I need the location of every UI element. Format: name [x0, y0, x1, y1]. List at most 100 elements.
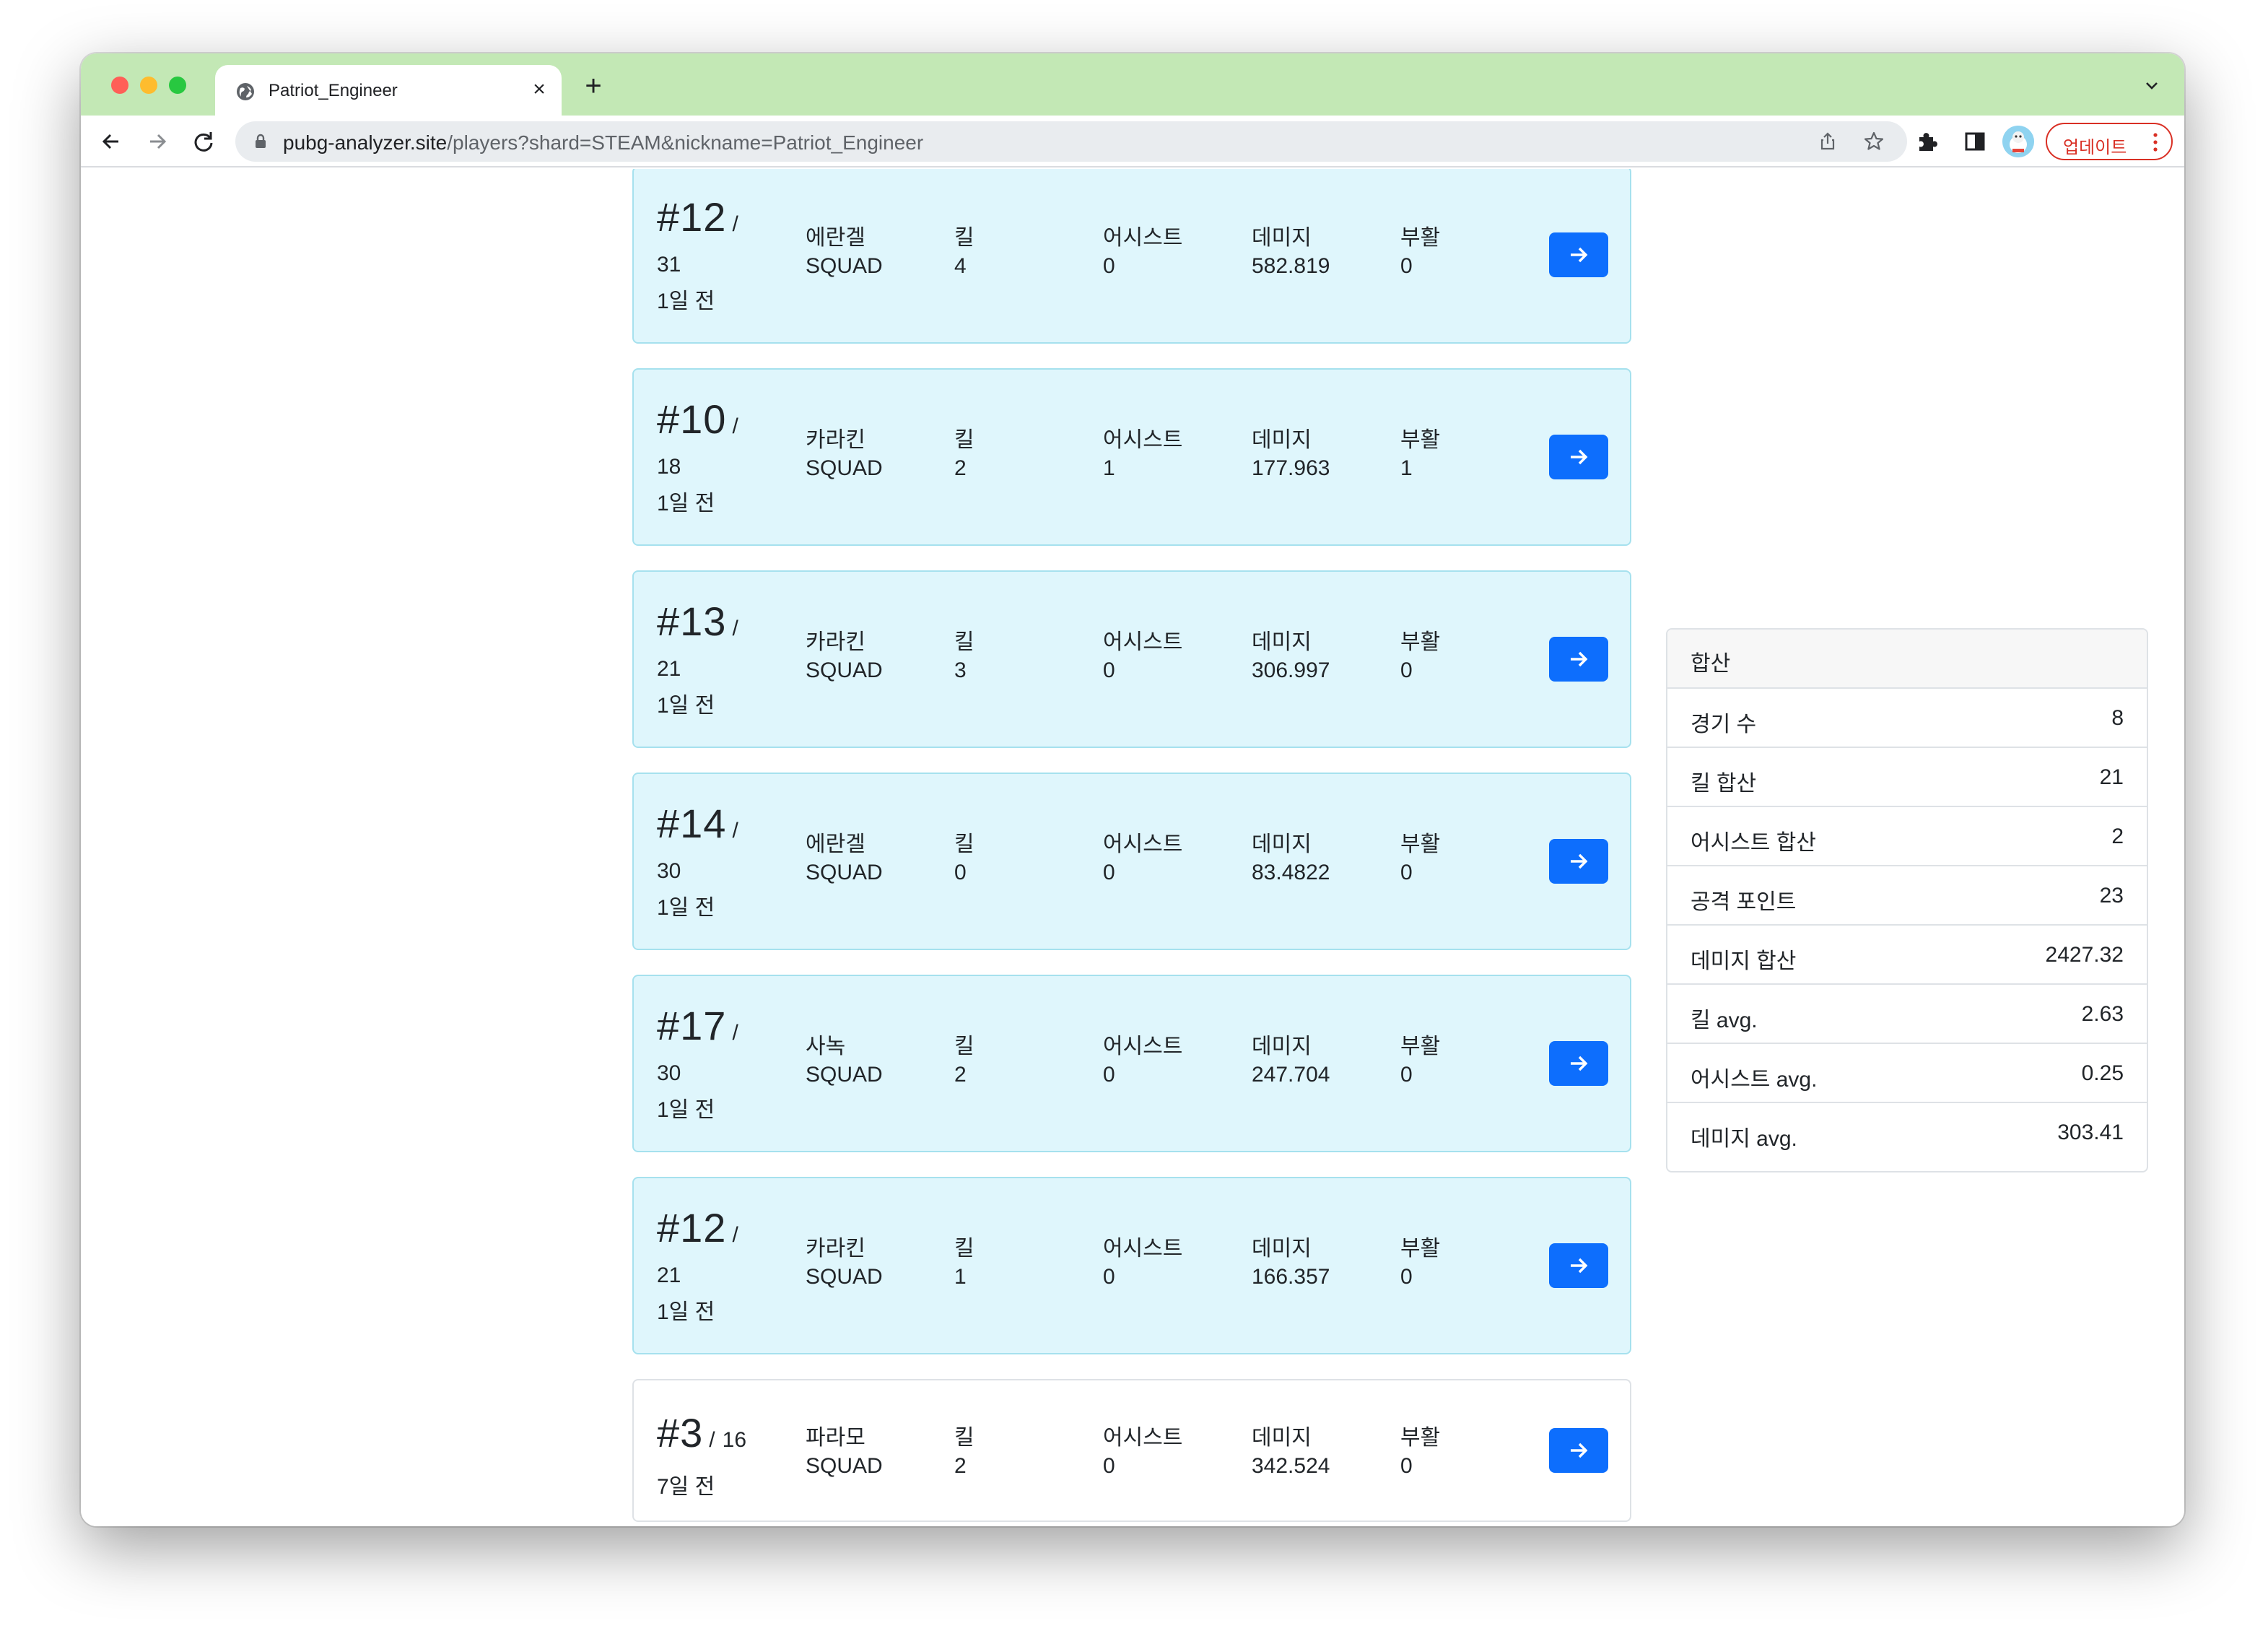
match-card: #13/ 21 1일 전 카라킨 SQUAD 킬 3 어시스트 0 데미지 30…	[632, 570, 1631, 748]
revive-value: 0	[1400, 1454, 1413, 1478]
assist-value: 0	[1103, 861, 1115, 884]
match-total-teams: 21	[657, 657, 681, 681]
summary-value: 303.41	[2057, 1121, 2124, 1144]
match-mode: SQUAD	[806, 456, 883, 480]
assist-header: 어시스트	[1103, 1237, 1183, 1261]
forward-arrow-icon[interactable]	[141, 126, 173, 157]
back-arrow-icon[interactable]	[95, 126, 127, 157]
summary-label: 어시스트 합산	[1691, 831, 1816, 855]
revive-value: 0	[1400, 861, 1413, 884]
match-detail-button[interactable]	[1549, 839, 1608, 884]
close-tab-icon[interactable]: ×	[527, 77, 551, 102]
match-card: #12/ 21 1일 전 카라킨 SQUAD 킬 1 어시스트 0 데미지 16…	[632, 1177, 1631, 1354]
close-window-button[interactable]	[111, 77, 128, 94]
summary-card: 합산 경기 수 8 킬 합산 21 어시스트 합산 2 공격 포인트 23 데미…	[1666, 628, 2148, 1172]
new-tab-button[interactable]: +	[579, 71, 608, 101]
damage-header: 데미지	[1252, 428, 1312, 452]
match-card: #10/ 18 1일 전 카라킨 SQUAD 킬 2 어시스트 1 데미지 17…	[632, 368, 1631, 546]
profile-avatar[interactable]	[2002, 126, 2034, 157]
rank-slash: /	[732, 212, 738, 236]
assist-value: 0	[1103, 254, 1115, 278]
rank-slash: /	[732, 1223, 738, 1247]
match-map: 파라모	[806, 1426, 865, 1450]
kill-header: 킬	[954, 1237, 974, 1261]
match-mode: SQUAD	[806, 1265, 883, 1289]
chevron-down-icon[interactable]	[2141, 75, 2163, 97]
match-total-teams: 18	[657, 455, 681, 479]
match-total-teams: 16	[722, 1428, 747, 1452]
match-rank: #10	[657, 396, 727, 442]
assist-header: 어시스트	[1103, 832, 1183, 856]
summary-label: 데미지 합산	[1691, 949, 1797, 973]
revive-header: 부활	[1400, 1035, 1441, 1058]
match-mode: SQUAD	[806, 1454, 883, 1478]
match-detail-button[interactable]	[1549, 435, 1608, 479]
summary-label: 킬 avg.	[1691, 1009, 1758, 1032]
address-bar[interactable]: pubg-analyzer.site/players?shard=STEAM&n…	[235, 121, 1907, 162]
summary-label: 데미지 avg.	[1691, 1127, 1797, 1151]
kill-header: 킬	[954, 1426, 974, 1450]
match-time-ago: 1일 전	[657, 1300, 715, 1324]
revive-value: 0	[1400, 1265, 1413, 1289]
match-rank: #12	[657, 1205, 727, 1250]
rank-line: #10/	[657, 396, 738, 443]
damage-value: 342.524	[1252, 1454, 1330, 1478]
share-icon[interactable]	[1816, 130, 1839, 153]
match-total-teams: 21	[657, 1263, 681, 1287]
revive-header: 부활	[1400, 226, 1441, 250]
kill-value: 2	[954, 1454, 967, 1478]
maximize-window-button[interactable]	[169, 77, 186, 94]
revive-header: 부활	[1400, 1237, 1441, 1261]
match-mode: SQUAD	[806, 861, 883, 884]
damage-header: 데미지	[1252, 1035, 1312, 1058]
summary-row-matches: 경기 수 8	[1667, 689, 2147, 748]
match-detail-button[interactable]	[1549, 1428, 1608, 1473]
revive-header: 부활	[1400, 832, 1441, 856]
rank-line: #12/	[657, 193, 738, 240]
match-card: #17/ 30 1일 전 사녹 SQUAD 킬 2 어시스트 0 데미지 247…	[632, 975, 1631, 1152]
kill-value: 0	[954, 861, 967, 884]
reload-icon[interactable]	[188, 126, 219, 157]
kill-header: 킬	[954, 1035, 974, 1058]
browser-toolbar: pubg-analyzer.site/players?shard=STEAM&n…	[81, 116, 2184, 167]
lock-icon[interactable]	[251, 132, 270, 151]
damage-value: 83.4822	[1252, 861, 1330, 884]
match-total-teams: 30	[657, 859, 681, 883]
summary-label: 킬 합산	[1691, 772, 1757, 796]
side-panel-icon[interactable]	[1962, 129, 1988, 155]
match-detail-button[interactable]	[1549, 232, 1608, 277]
damage-value: 177.963	[1252, 456, 1330, 480]
summary-value: 8	[2111, 706, 2124, 730]
minimize-window-button[interactable]	[140, 77, 157, 94]
match-time-ago: 1일 전	[657, 896, 715, 920]
assist-value: 0	[1103, 1063, 1115, 1087]
browser-tab[interactable]: Patriot_Engineer ×	[215, 65, 562, 116]
update-label: 업데이트	[2063, 138, 2127, 157]
kill-value: 3	[954, 658, 967, 682]
star-icon[interactable]	[1862, 130, 1885, 153]
arrow-right-icon	[1571, 1443, 1588, 1458]
summary-row-damage-avg: 데미지 avg. 303.41	[1667, 1103, 2147, 1162]
assist-header: 어시스트	[1103, 630, 1183, 654]
rank-slash: /	[732, 1021, 738, 1045]
summary-row-kills: 킬 합산 21	[1667, 748, 2147, 807]
url-text[interactable]: pubg-analyzer.site/players?shard=STEAM&n…	[283, 131, 923, 155]
kill-header: 킬	[954, 630, 974, 654]
assist-value: 1	[1103, 456, 1115, 480]
rank-slash: /	[732, 617, 738, 640]
damage-value: 582.819	[1252, 254, 1330, 278]
revive-value: 1	[1400, 456, 1413, 480]
arrow-right-icon	[1571, 449, 1588, 465]
match-detail-button[interactable]	[1549, 1041, 1608, 1086]
match-detail-button[interactable]	[1549, 1243, 1608, 1288]
puzzle-icon[interactable]	[1914, 129, 1940, 155]
match-detail-button[interactable]	[1549, 637, 1608, 682]
summary-value: 21	[2099, 765, 2124, 789]
assist-header: 어시스트	[1103, 226, 1183, 250]
damage-header: 데미지	[1252, 226, 1312, 250]
title-bar: Patriot_Engineer × +	[81, 53, 2184, 116]
damage-value: 166.357	[1252, 1265, 1330, 1289]
summary-value: 0.25	[2081, 1061, 2124, 1085]
update-button[interactable]: 업데이트	[2046, 123, 2173, 160]
summary-header: 합산	[1667, 630, 2147, 689]
